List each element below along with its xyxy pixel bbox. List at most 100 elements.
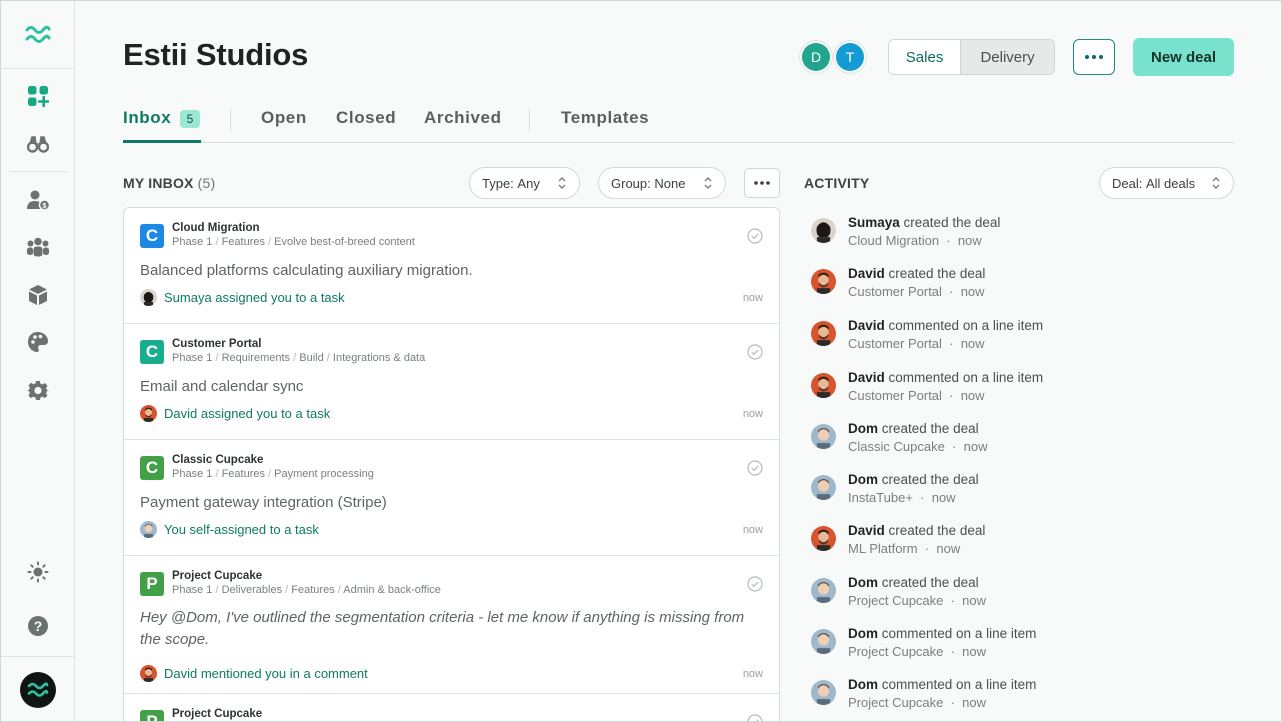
deal-link[interactable]: Customer Portal <box>848 284 942 299</box>
deal-link[interactable]: Project Cupcake <box>848 695 943 710</box>
tab-templates[interactable]: Templates <box>561 108 649 128</box>
notification-text[interactable]: Sumaya assigned you to a task <box>164 290 345 305</box>
activity-item[interactable]: David created the deal ML Platform · now <box>811 523 1231 567</box>
avatar <box>811 578 836 603</box>
group-filter-label: Group: <box>611 175 651 191</box>
check-circle-icon[interactable] <box>747 228 763 244</box>
sidebar-item-branding[interactable] <box>25 329 51 355</box>
timestamp: now <box>742 292 763 304</box>
tab-archived[interactable]: Archived <box>424 108 502 128</box>
activity-item[interactable]: David created the deal Customer Portal ·… <box>811 266 1231 310</box>
activity-item[interactable]: Dom commented on a line item Project Cup… <box>811 677 1231 721</box>
sidebar-item-dashboard[interactable] <box>25 83 51 109</box>
breadcrumb-item: Features <box>221 468 265 480</box>
dom-avatar-icon <box>811 578 836 603</box>
sidebar-item-team[interactable] <box>25 234 51 260</box>
sidebar-item-products[interactable] <box>25 282 51 308</box>
sidebar-item-clients[interactable]: $ <box>25 187 51 213</box>
breadcrumb-item: Evolve best-of-breed content <box>274 236 415 248</box>
check-circle-icon[interactable] <box>747 714 763 722</box>
sidebar: $ ? <box>1 1 75 721</box>
inbox-card[interactable]: C Classic Cupcake Phase 1 / Features / P… <box>124 440 779 556</box>
team-icon <box>27 237 49 257</box>
deal-link[interactable]: Customer Portal <box>848 336 942 351</box>
david-avatar-icon <box>811 373 836 398</box>
activity-item[interactable]: David commented on a line item Customer … <box>811 318 1231 362</box>
notification-text[interactable]: David assigned you to a task <box>164 406 330 421</box>
avatar <box>140 521 157 538</box>
inbox-card[interactable]: P Project Cupcake <box>124 694 779 722</box>
logo[interactable] <box>1 1 74 69</box>
activity-item[interactable]: Dom created the deal Project Cupcake · n… <box>811 575 1231 619</box>
timestamp: now <box>960 284 985 299</box>
timestamp: now <box>962 593 987 608</box>
avatar <box>140 665 157 682</box>
avatar <box>811 321 836 346</box>
workspace-switcher[interactable] <box>1 656 74 721</box>
timestamp: now <box>936 541 961 556</box>
actor-name: Dom <box>848 421 878 436</box>
activity-item[interactable]: Dom created the deal InstaTube+ · now <box>811 472 1231 516</box>
breadcrumb-item: Phase 1 <box>172 236 213 248</box>
deal-link[interactable]: Project Cupcake <box>848 644 943 659</box>
view-segmented-control: Sales Delivery <box>888 39 1055 75</box>
check-circle-icon[interactable] <box>747 344 763 360</box>
tab-divider <box>529 109 530 131</box>
check-circle-icon[interactable] <box>747 460 763 476</box>
check-circle-icon[interactable] <box>747 576 763 592</box>
deal-name: Customer Portal <box>172 338 262 350</box>
activity-action: created the deal <box>881 421 979 436</box>
tab-inbox[interactable]: Inbox <box>123 108 171 128</box>
deal-link[interactable]: ML Platform <box>848 541 918 556</box>
activity-item[interactable]: Sumaya created the deal Cloud Migration … <box>811 215 1231 259</box>
segment-delivery[interactable]: Delivery <box>961 40 1054 74</box>
avatar[interactable]: D <box>802 43 830 71</box>
david-avatar-icon <box>811 526 836 551</box>
tab-open[interactable]: Open <box>261 108 307 128</box>
activity-item[interactable]: Dom created the deal Classic Cupcake · n… <box>811 421 1231 465</box>
box-icon <box>29 285 47 305</box>
actor-name: David <box>848 523 885 538</box>
breadcrumb-item: Integrations & data <box>332 352 426 364</box>
inbox-options-button[interactable] <box>744 168 780 198</box>
breadcrumb: Phase 1 / Deliverables / Features / Admi… <box>172 584 441 596</box>
activity-title: ACTIVITY <box>804 175 870 191</box>
more-options-button[interactable] <box>1073 39 1115 75</box>
sidebar-item-help[interactable]: ? <box>25 613 51 639</box>
activity-item[interactable]: David commented on a line item Customer … <box>811 370 1231 414</box>
chevron-up-down-icon <box>558 177 566 189</box>
deal-filter-label: Deal: <box>1112 175 1143 191</box>
group-filter-value: None <box>654 175 686 191</box>
deal-link[interactable]: Customer Portal <box>848 388 942 403</box>
sidebar-item-theme[interactable] <box>25 559 51 585</box>
inbox-card[interactable]: C Customer Portal Phase 1 / Requirements… <box>124 324 779 440</box>
dom-avatar-icon <box>811 424 836 449</box>
deal-link[interactable]: Project Cupcake <box>848 593 943 608</box>
notification-text[interactable]: You self-assigned to a task <box>164 522 319 537</box>
sidebar-item-settings[interactable] <box>25 378 51 404</box>
notification-text[interactable]: David mentioned you in a comment <box>164 666 368 681</box>
avatar <box>140 289 157 306</box>
avatar <box>811 218 836 243</box>
deal-link[interactable]: Classic Cupcake <box>848 439 945 454</box>
deal-link[interactable]: Cloud Migration <box>848 233 939 248</box>
breadcrumb-item: Phase 1 <box>172 352 213 364</box>
timestamp: now <box>960 336 985 351</box>
avatar <box>811 526 836 551</box>
tab-closed[interactable]: Closed <box>336 108 396 128</box>
activity-action: commented on a line item <box>888 370 1044 385</box>
sun-icon <box>27 561 49 583</box>
group-filter[interactable]: Group: None <box>598 167 726 199</box>
segment-sales[interactable]: Sales <box>889 40 962 74</box>
new-deal-button[interactable]: New deal <box>1133 38 1234 76</box>
breadcrumb: Phase 1 / Features / Payment processing <box>172 468 374 480</box>
deal-filter[interactable]: Deal: All deals <box>1099 167 1234 199</box>
avatar[interactable]: T <box>836 43 864 71</box>
sidebar-item-explore[interactable] <box>25 131 51 157</box>
deal-link[interactable]: InstaTube+ <box>848 490 913 505</box>
inbox-card[interactable]: C Cloud Migration Phase 1 / Features / E… <box>124 208 779 324</box>
inbox-card[interactable]: P Project Cupcake Phase 1 / Deliverables… <box>124 556 779 694</box>
user-dollar-icon: $ <box>27 190 50 211</box>
activity-item[interactable]: Dom commented on a line item Project Cup… <box>811 626 1231 670</box>
type-filter[interactable]: Type: Any <box>469 167 580 199</box>
